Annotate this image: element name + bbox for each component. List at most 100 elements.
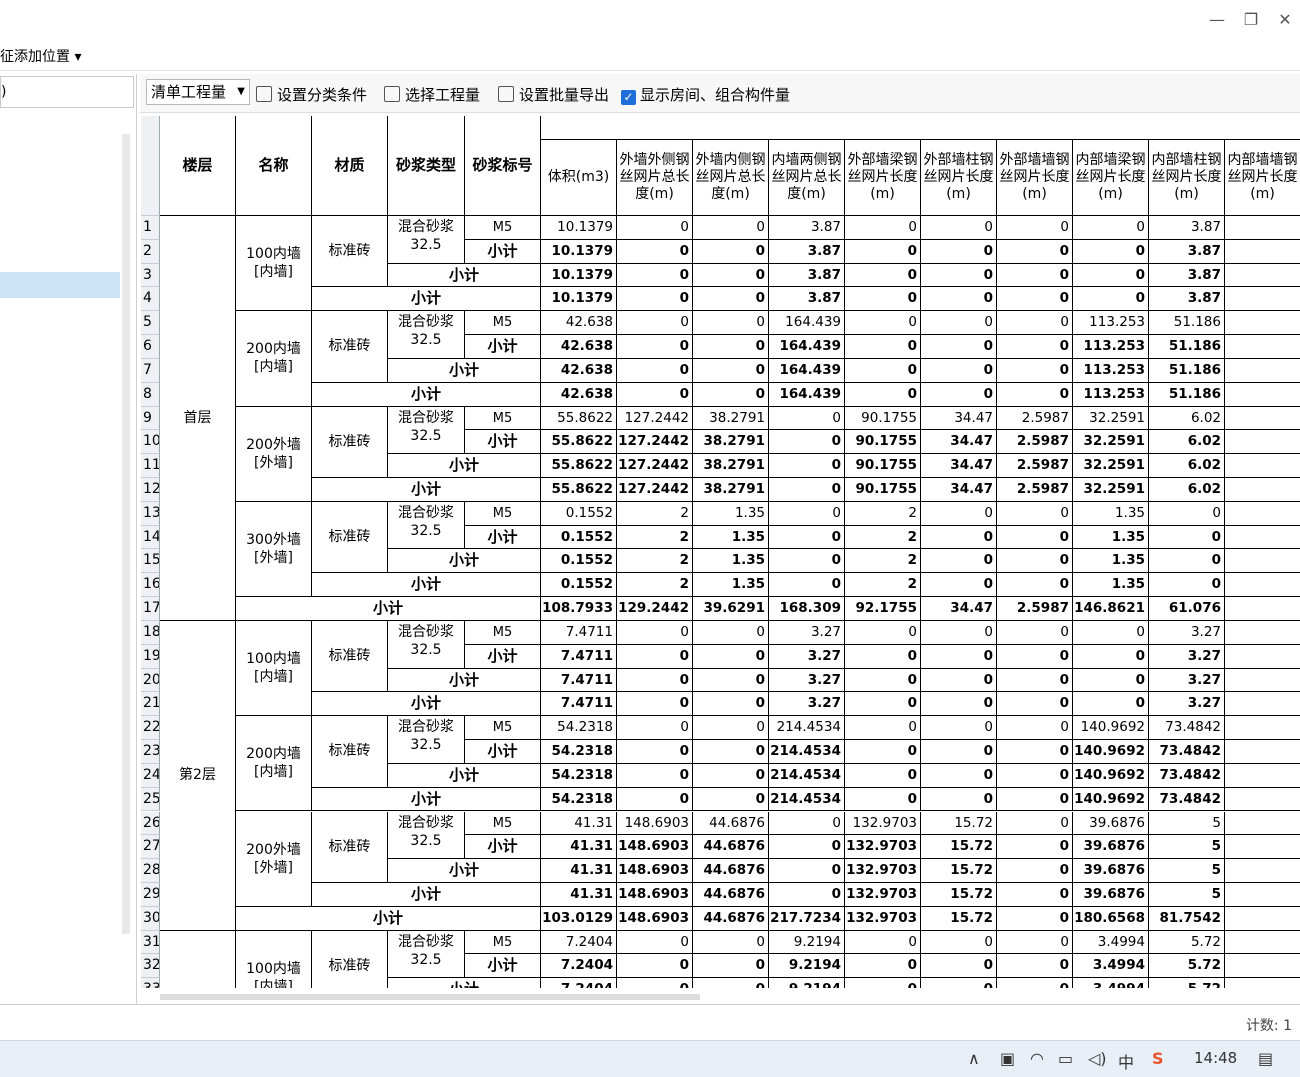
value-cell[interactable]: 0 bbox=[617, 216, 693, 240]
value-cell[interactable]: 148.6903 bbox=[617, 835, 693, 860]
value-cell[interactable]: 0 bbox=[921, 335, 997, 359]
value-cell[interactable]: 92.1755 bbox=[845, 597, 921, 621]
value-cell[interactable]: 5.72 bbox=[1149, 930, 1225, 955]
mortar-grade-cell[interactable]: M5 bbox=[465, 811, 541, 836]
value-cell[interactable]: 0 bbox=[617, 740, 693, 764]
value-cell[interactable]: 1.35 bbox=[1073, 573, 1149, 598]
value-cell[interactable]: 0 bbox=[693, 740, 769, 764]
mortar-grade-cell[interactable]: M5 bbox=[465, 311, 541, 336]
value-cell[interactable]: 0 bbox=[693, 216, 769, 240]
value-cell[interactable]: 34.47 bbox=[921, 406, 997, 431]
value-cell[interactable]: 55.8622 bbox=[541, 454, 617, 478]
value-cell[interactable]: 0 bbox=[997, 763, 1073, 788]
row-number[interactable]: 23 bbox=[141, 740, 160, 764]
value-cell[interactable]: 42.638 bbox=[541, 382, 617, 407]
value-cell[interactable]: 2.5987 bbox=[997, 454, 1073, 478]
left-scrollbar[interactable] bbox=[122, 134, 130, 934]
value-cell[interactable]: 0 bbox=[693, 239, 769, 264]
restore-button[interactable]: ❐ bbox=[1236, 6, 1266, 34]
horizontal-scrollbar[interactable] bbox=[160, 994, 700, 1000]
value-cell[interactable]: 214.4534 bbox=[769, 716, 845, 741]
mortar-grade-cell[interactable]: M5 bbox=[465, 930, 541, 955]
floor-cell[interactable] bbox=[160, 930, 236, 988]
value-cell[interactable]: 0 bbox=[845, 263, 921, 288]
value-cell[interactable]: 0 bbox=[921, 573, 997, 598]
value-cell[interactable]: 127.2442 bbox=[617, 406, 693, 431]
row-number[interactable]: 13 bbox=[141, 501, 160, 526]
row-number[interactable]: 9 bbox=[141, 406, 160, 431]
value-cell[interactable]: 15.72 bbox=[921, 859, 997, 883]
value-cell[interactable]: 3.4994 bbox=[1073, 930, 1149, 955]
value-cell[interactable]: 3.4994 bbox=[1073, 954, 1149, 979]
value-cell[interactable]: 10.1379 bbox=[541, 287, 617, 312]
value-cell[interactable]: 0 bbox=[693, 787, 769, 812]
value-cell[interactable]: 0 bbox=[997, 573, 1073, 598]
row-number[interactable]: 31 bbox=[141, 930, 160, 955]
value-cell[interactable]: 3.27 bbox=[769, 668, 845, 693]
value-cell[interactable]: 140.9692 bbox=[1073, 787, 1149, 812]
value-cell[interactable]: 140.9692 bbox=[1073, 740, 1149, 764]
row-number[interactable]: 10 bbox=[141, 430, 160, 455]
value-cell[interactable] bbox=[1225, 216, 1300, 240]
value-cell[interactable]: 132.9703 bbox=[845, 859, 921, 883]
value-cell[interactable]: 0 bbox=[921, 549, 997, 574]
value-cell[interactable]: 0 bbox=[1073, 644, 1149, 669]
value-cell[interactable]: 2.5987 bbox=[997, 406, 1073, 431]
value-cell[interactable]: 54.2318 bbox=[541, 740, 617, 764]
value-cell[interactable]: 3.4994 bbox=[1073, 978, 1149, 988]
value-cell[interactable]: 3.27 bbox=[769, 692, 845, 717]
value-cell[interactable]: 42.638 bbox=[541, 311, 617, 336]
value-cell[interactable]: 34.47 bbox=[921, 454, 997, 478]
value-cell[interactable]: 5.72 bbox=[1149, 954, 1225, 979]
row-number[interactable]: 28 bbox=[141, 859, 160, 883]
header-band[interactable] bbox=[541, 116, 1300, 140]
value-cell[interactable]: 0 bbox=[617, 335, 693, 359]
value-cell[interactable]: 0 bbox=[769, 811, 845, 836]
value-cell[interactable]: 55.8622 bbox=[541, 478, 617, 502]
value-cell[interactable]: 113.253 bbox=[1073, 358, 1149, 383]
subtotal-label[interactable]: 小计 bbox=[388, 263, 541, 288]
value-cell[interactable]: 0 bbox=[693, 763, 769, 788]
value-cell[interactable]: 3.87 bbox=[769, 263, 845, 288]
value-cell[interactable]: 0 bbox=[1073, 287, 1149, 312]
value-cell[interactable]: 0 bbox=[693, 668, 769, 693]
value-cell[interactable]: 0 bbox=[693, 644, 769, 669]
value-cell[interactable]: 34.47 bbox=[921, 430, 997, 455]
subtotal-label[interactable]: 小计 bbox=[465, 740, 541, 764]
row-number[interactable]: 3 bbox=[141, 263, 160, 288]
value-cell[interactable] bbox=[1225, 716, 1300, 741]
value-cell[interactable]: 6.02 bbox=[1149, 454, 1225, 478]
value-cell[interactable]: 132.9703 bbox=[845, 811, 921, 836]
value-cell[interactable]: 146.8621 bbox=[1073, 597, 1149, 621]
row-number[interactable]: 14 bbox=[141, 525, 160, 550]
value-cell[interactable]: 0 bbox=[921, 501, 997, 526]
header-floor[interactable]: 楼层 bbox=[160, 116, 236, 216]
value-cell[interactable]: 3.27 bbox=[1149, 692, 1225, 717]
value-cell[interactable]: 0 bbox=[997, 811, 1073, 836]
value-cell[interactable]: 0 bbox=[617, 692, 693, 717]
header-col[interactable]: 体积(m3) bbox=[541, 140, 617, 216]
subtotal-label[interactable]: 小计 bbox=[388, 668, 541, 693]
value-cell[interactable] bbox=[1225, 787, 1300, 812]
subtotal-label[interactable]: 小计 bbox=[388, 763, 541, 788]
value-cell[interactable]: 38.2791 bbox=[693, 406, 769, 431]
material-cell[interactable]: 标准砖 bbox=[312, 501, 388, 574]
value-cell[interactable]: 2 bbox=[617, 573, 693, 598]
value-cell[interactable]: 32.2591 bbox=[1073, 454, 1149, 478]
value-cell[interactable] bbox=[1225, 906, 1300, 931]
show-rooms-checkbox[interactable]: ✓ 显示房间、组合构件量 bbox=[621, 84, 790, 105]
subtotal-label[interactable]: 小计 bbox=[312, 287, 541, 312]
value-cell[interactable]: 0 bbox=[997, 335, 1073, 359]
value-cell[interactable]: 2 bbox=[617, 549, 693, 574]
value-cell[interactable]: 3.27 bbox=[1149, 668, 1225, 693]
row-number[interactable]: 21 bbox=[141, 692, 160, 717]
subtotal-label[interactable]: 小计 bbox=[465, 335, 541, 359]
value-cell[interactable] bbox=[1225, 978, 1300, 988]
subtotal-label[interactable]: 小计 bbox=[465, 430, 541, 455]
header-name[interactable]: 名称 bbox=[236, 116, 312, 216]
value-cell[interactable]: 0 bbox=[997, 525, 1073, 550]
value-cell[interactable]: 10.1379 bbox=[541, 216, 617, 240]
value-cell[interactable]: 0 bbox=[617, 644, 693, 669]
value-cell[interactable]: 2 bbox=[845, 525, 921, 550]
value-cell[interactable]: 0 bbox=[769, 501, 845, 526]
